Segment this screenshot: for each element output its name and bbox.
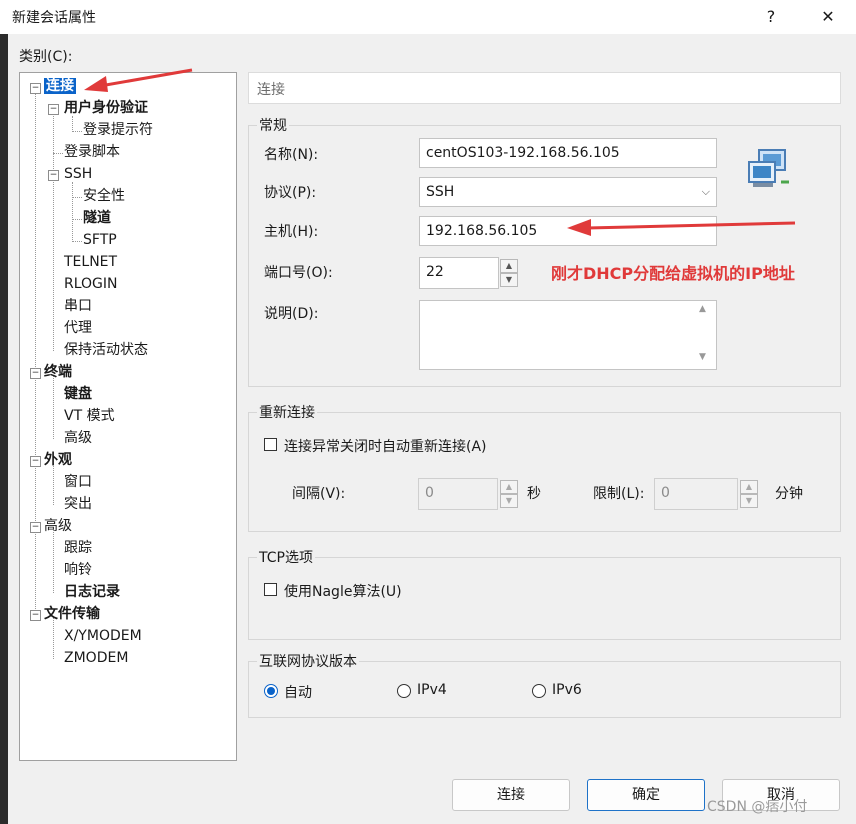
spin-down-icon[interactable]: ▼: [500, 494, 518, 508]
interval-input[interactable]: 0: [418, 478, 498, 510]
tree-item-appearance[interactable]: 外观: [44, 450, 72, 470]
annotation-arrow-icon: [567, 219, 796, 236]
reconnect-group-title: 重新连接: [257, 402, 317, 422]
collapse-icon[interactable]: −: [30, 456, 41, 467]
protocol-value: SSH: [426, 184, 455, 200]
collapse-icon[interactable]: −: [48, 104, 59, 115]
collapse-icon[interactable]: −: [48, 170, 59, 181]
port-label: 端口号(O):: [264, 265, 333, 281]
ip-auto-label: 自动: [284, 685, 312, 701]
tree-item-telnet[interactable]: TELNET: [64, 252, 117, 272]
tree-item-highlight[interactable]: 突出: [64, 494, 92, 514]
limit-input[interactable]: 0: [654, 478, 738, 510]
tree-item-login-prompt[interactable]: 登录提示符: [83, 120, 153, 140]
tree-item-label: 连接: [44, 78, 76, 94]
port-spinner[interactable]: ▲ ▼: [500, 259, 518, 287]
annotation-arrow-icon: [84, 68, 193, 92]
tree-item-rlogin[interactable]: RLOGIN: [64, 274, 118, 294]
ipv4-radio[interactable]: [397, 684, 411, 698]
tree-item-terminal[interactable]: 终端: [44, 362, 72, 382]
collapse-icon[interactable]: −: [30, 368, 41, 379]
port-input[interactable]: 22: [419, 257, 499, 289]
section-header: 连接: [248, 72, 841, 104]
scroll-up-icon[interactable]: ▲: [699, 304, 706, 314]
tree-item-keepalive[interactable]: 保持活动状态: [64, 340, 148, 360]
tree-item-login-script[interactable]: 登录脚本: [64, 142, 120, 162]
tree-item-bell[interactable]: 响铃: [64, 560, 92, 580]
category-tree[interactable]: − 连接 − 用户身份验证 登录提示符 登录脚本 − SSH 安全性 隧道 SF…: [19, 72, 237, 761]
ipv6-radio[interactable]: [532, 684, 546, 698]
scroll-down-icon[interactable]: ▼: [699, 352, 706, 362]
tree-item-trace[interactable]: 跟踪: [64, 538, 92, 558]
help-button[interactable]: ?: [751, 2, 791, 32]
close-button[interactable]: ✕: [808, 2, 848, 32]
limit-unit: 分钟: [775, 486, 803, 502]
protocol-label: 协议(P):: [264, 185, 317, 201]
interval-unit: 秒: [527, 486, 541, 502]
tree-item-user-auth[interactable]: 用户身份验证: [64, 98, 148, 118]
nagle-label: 使用Nagle算法(U): [284, 584, 402, 600]
limit-spinner[interactable]: ▲ ▼: [740, 480, 758, 508]
reconnect-group: 重新连接: [248, 402, 841, 532]
collapse-icon[interactable]: −: [30, 83, 41, 94]
tree-item-terminal-advanced[interactable]: 高级: [64, 428, 92, 448]
spin-up-icon[interactable]: ▲: [500, 480, 518, 494]
limit-label: 限制(L):: [593, 486, 645, 502]
name-input[interactable]: centOS103-192.168.56.105: [419, 138, 717, 168]
tree-item-serial[interactable]: 串口: [64, 296, 92, 316]
tree-item-advanced[interactable]: 高级: [44, 516, 72, 536]
category-label: 类别(C):: [19, 49, 73, 65]
nagle-checkbox[interactable]: [264, 583, 277, 596]
network-computer-icon: [748, 149, 789, 187]
collapse-icon[interactable]: −: [30, 522, 41, 533]
description-textarea[interactable]: [419, 300, 717, 370]
tree-item-keyboard[interactable]: 键盘: [64, 384, 92, 404]
title-bar: [0, 0, 856, 34]
spin-down-icon[interactable]: ▼: [740, 494, 758, 508]
tree-item-sftp[interactable]: SFTP: [83, 230, 117, 250]
auto-reconnect-checkbox[interactable]: [264, 438, 277, 451]
tree-item-connection[interactable]: 连接: [44, 76, 76, 96]
annotation-text: 刚才DHCP分配给虚拟机的IP地址: [551, 264, 795, 283]
ipv6-label: IPv6: [552, 682, 582, 698]
tree-item-security[interactable]: 安全性: [83, 186, 125, 206]
tree-item-file-transfer[interactable]: 文件传输: [44, 604, 100, 624]
interval-label: 间隔(V):: [292, 486, 346, 502]
collapse-icon[interactable]: −: [30, 610, 41, 621]
general-group-title: 常规: [257, 115, 289, 135]
section-title: 连接: [257, 82, 285, 98]
ip-auto-radio[interactable]: [264, 684, 278, 698]
tree-item-tunnel[interactable]: 隧道: [83, 208, 111, 228]
window-title: 新建会话属性: [12, 10, 96, 26]
ok-button[interactable]: 确定: [587, 779, 705, 811]
ip-version-group-title: 互联网协议版本: [257, 651, 359, 671]
spin-up-icon[interactable]: ▲: [500, 259, 518, 273]
tree-item-ssh[interactable]: SSH: [64, 164, 92, 184]
protocol-select[interactable]: SSH ⌵: [419, 177, 717, 207]
auto-reconnect-label: 连接异常关闭时自动重新连接(A): [284, 439, 487, 455]
ipv4-label: IPv4: [417, 682, 447, 698]
background-window-edge: [0, 34, 8, 824]
host-label: 主机(H):: [264, 224, 319, 240]
tree-item-zmodem[interactable]: ZMODEM: [64, 648, 128, 668]
tree-item-window[interactable]: 窗口: [64, 472, 92, 492]
chevron-down-icon: ⌵: [701, 185, 710, 198]
interval-spinner[interactable]: ▲ ▼: [500, 480, 518, 508]
watermark: CSDN @痞小付: [707, 799, 808, 815]
tcp-group-title: TCP选项: [257, 547, 315, 567]
description-label: 说明(D):: [264, 306, 319, 322]
tree-item-logging[interactable]: 日志记录: [64, 582, 120, 602]
spin-up-icon[interactable]: ▲: [740, 480, 758, 494]
tree-item-xymodem[interactable]: X/YMODEM: [64, 626, 142, 646]
name-label: 名称(N):: [264, 147, 319, 163]
tree-item-vt-mode[interactable]: VT 模式: [64, 406, 115, 426]
tree-item-proxy[interactable]: 代理: [64, 318, 92, 338]
spin-down-icon[interactable]: ▼: [500, 273, 518, 287]
connect-button[interactable]: 连接: [452, 779, 570, 811]
